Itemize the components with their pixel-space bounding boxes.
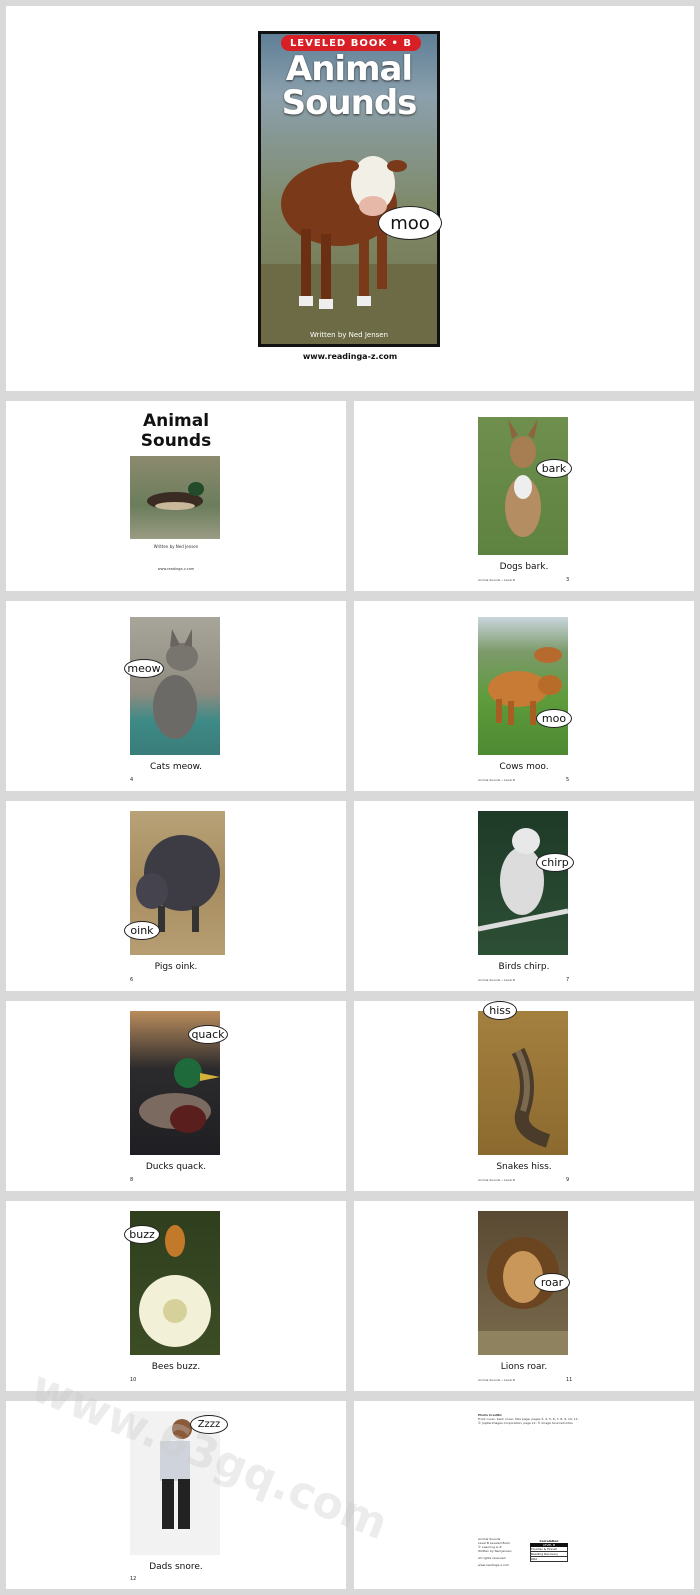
cover-panel: LEVELED BOOK • B Animal Sounds Written b… <box>6 6 694 391</box>
dog-icon <box>505 419 541 537</box>
page-9-number: 9 <box>566 1177 570 1183</box>
cat-photo <box>130 617 220 755</box>
page-10-panel: buzz Bees buzz. 10 <box>6 1201 346 1391</box>
cow-speech-bubble: moo <box>536 709 572 728</box>
cover-title-line1: Animal <box>285 49 413 89</box>
book-info-url: www.readinga-z.com <box>478 1563 510 1567</box>
page-5-number: 5 <box>566 777 570 783</box>
title-page-title-line2: Sounds <box>140 431 212 451</box>
title-page-title: Animal Sounds <box>6 411 346 451</box>
page-7-panel: chirp Birds chirp. Animal Sounds • Level… <box>354 801 694 991</box>
snake-photo <box>478 1011 568 1155</box>
photo-credits: Photo Credits: Front cover, back cover, … <box>478 1413 598 1425</box>
cover-speech-bubble: moo <box>378 206 442 240</box>
dog-photo <box>478 417 568 555</box>
cover-title-line2: Sounds <box>281 83 418 123</box>
page-11-caption: Lions roar. <box>500 1362 548 1372</box>
page-11-footer: Animal Sounds • Level B <box>478 1378 515 1382</box>
bird-speech-bubble: chirp <box>536 853 574 872</box>
cat-speech-bubble: meow <box>124 659 164 678</box>
page-3-caption: Dogs bark. <box>499 562 549 572</box>
page-5-footer: Animal Sounds • Level B <box>478 778 515 782</box>
bee-speech-bubble: buzz <box>124 1225 160 1244</box>
page-11-panel: roar Lions roar. Animal Sounds • Level B… <box>354 1201 694 1391</box>
page-8-number: 8 <box>130 1177 134 1183</box>
correlation-table: Correlation LEVEL B Fountas & Pinnell Re… <box>530 1539 568 1562</box>
page-4-number: 4 <box>130 777 134 783</box>
page-12-caption: Dads snore. <box>149 1562 203 1572</box>
page-5-caption: Cows moo. <box>499 762 549 772</box>
page-8-caption: Ducks quack. <box>145 1162 207 1172</box>
page-6-number: 6 <box>130 977 134 983</box>
page-5-panel: moo Cows moo. Animal Sounds • Level B 5 <box>354 601 694 791</box>
page-7-number: 7 <box>566 977 570 983</box>
page-12-number: 12 <box>130 1576 137 1582</box>
duck-photo <box>130 456 220 539</box>
page-11-number: 11 <box>566 1377 573 1383</box>
page-3-number: 3 <box>566 577 570 583</box>
title-page-title-line1: Animal <box>142 411 210 431</box>
page-4-panel: meow Cats meow. 4 <box>6 601 346 791</box>
book-info-writer: Written by Ned Jensen <box>478 1549 512 1553</box>
bird-photo <box>478 811 568 955</box>
cover-url: www.readinga-z.com <box>302 352 398 361</box>
page-4-caption: Cats meow. <box>149 762 203 772</box>
cover-author: Written by Ned Jensen <box>309 331 389 339</box>
title-page-url: www.readinga-z.com <box>157 567 195 571</box>
cow-icon <box>488 647 562 725</box>
snake-speech-bubble: hiss <box>483 1001 517 1020</box>
page-9-caption: Snakes hiss. <box>496 1162 552 1172</box>
page-3-footer: Animal Sounds • Level B <box>478 578 515 582</box>
page-7-footer: Animal Sounds • Level B <box>478 978 515 982</box>
page-9-panel: hiss Snakes hiss. Animal Sounds • Level … <box>354 1001 694 1191</box>
book-info-rights: All rights reserved. <box>478 1556 507 1560</box>
correlation-row-3: DRA <box>530 1557 568 1562</box>
page-9-footer: Animal Sounds • Level B <box>478 1178 515 1182</box>
cover-book: LEVELED BOOK • B Animal Sounds Written b… <box>258 31 440 347</box>
bird-icon <box>478 828 568 932</box>
page-3-panel: bark Dogs bark. Animal Sounds • Level B … <box>354 401 694 591</box>
wood-duck-icon <box>147 482 204 510</box>
lion-speech-bubble: roar <box>534 1273 570 1292</box>
page-10-number: 10 <box>130 1377 137 1383</box>
page-6-panel: oink Pigs oink. 6 <box>6 801 346 991</box>
book-info: Animal Sounds Level B Leveled Book © Lea… <box>478 1537 538 1567</box>
pig-speech-bubble: oink <box>124 921 160 940</box>
back-page-panel: Photo Credits: Front cover, back cover, … <box>354 1401 694 1589</box>
photo-credits-line2: © JupiterImages Corporation; page 12: © … <box>478 1421 573 1425</box>
page-6-caption: Pigs oink. <box>154 962 198 972</box>
page-7-caption: Birds chirp. <box>498 962 550 972</box>
cat-icon <box>153 629 198 739</box>
title-page-author: Written by Ned Jensen <box>153 544 199 549</box>
cover-title: Animal Sounds <box>261 52 437 120</box>
dog-speech-bubble: bark <box>536 459 572 478</box>
snake-icon <box>511 1047 551 1148</box>
duck-speech-bubble: quack <box>188 1025 228 1044</box>
page-8-panel: quack Ducks quack. 8 <box>6 1001 346 1191</box>
title-page-panel: Animal Sounds Written by Ned Jensen www.… <box>6 401 346 591</box>
cow-photo <box>478 617 568 755</box>
